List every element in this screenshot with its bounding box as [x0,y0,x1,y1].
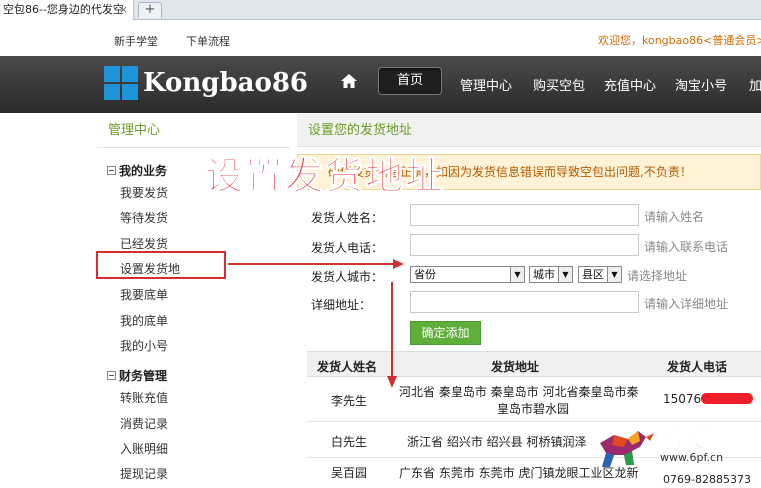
city-select[interactable]: 城市 ▼ [529,266,573,283]
sender-city-label: 发货人城市： [311,270,384,284]
annotation-highlight-box [96,251,226,279]
annotation-title: 设置发货地址 [204,154,446,199]
table-header: 发货人姓名 发货地址 发货人电话 [307,351,761,377]
sidebar-item-ship[interactable]: 我要发货 [120,184,168,201]
site-header: Kongbao86 首页 管理中心 购买空包 充值中心 淘宝小号 加 [0,56,761,113]
home-icon[interactable] [340,72,358,90]
sidebar-item-pending[interactable]: 等待发货 [120,209,168,226]
sidebar-item-my-accounts[interactable]: 我的小号 [120,337,168,354]
column-header-name: 发货人姓名 [317,360,378,374]
nav-taobao-accounts[interactable]: 淘宝小号 [675,75,727,94]
province-select[interactable]: 省份 ▼ [410,266,525,283]
submit-button[interactable]: 确定添加 [410,321,481,345]
sender-phone-hint: 请输入联系电话 [644,240,729,254]
city-hint: 请选择地址 [627,269,688,283]
page-title: 设置您的发货地址 [297,114,761,147]
browser-tab[interactable]: 空包86--您身边的代发空 × [0,0,134,20]
sender-name-input[interactable] [410,204,639,226]
sidebar-item-income-details[interactable]: 入账明细 [120,440,168,457]
nav-more[interactable]: 加 [749,75,761,94]
address-input[interactable] [410,291,639,313]
chevron-down-icon: ▼ [558,267,572,282]
cell-phone: 15076 [663,392,754,406]
watermark: 乐发网 www.6pf.cn [594,419,761,479]
table-row[interactable]: 李先生 河北省 秦皇岛市 秦皇岛市 河北省秦皇岛市秦 皇岛市碧水园 15076 [307,378,761,422]
sidebar-item-request-receipt[interactable]: 我要底单 [120,286,168,303]
cell-name: 李先生 [331,394,368,408]
sender-phone-label: 发货人电话： [311,241,384,255]
browser-tabstrip: 空包86--您身边的代发空 × + [0,0,761,20]
sidebar-item-shipped[interactable]: 已经发货 [120,235,168,252]
chevron-down-icon: ▼ [607,267,621,282]
watermark-text: 乐发网 [658,425,731,454]
link-order-process[interactable]: 下单流程 [186,33,230,49]
sidebar-item-transfer-recharge[interactable]: 转账充值 [120,389,168,406]
logo-text[interactable]: Kongbao86 [143,68,308,98]
collapse-icon[interactable] [107,371,116,380]
cell-name: 吴百园 [331,466,368,480]
sidebar-item-withdraw-records[interactable]: 提现记录 [120,465,168,482]
sidebar-item-my-receipts[interactable]: 我的底单 [120,312,168,329]
cell-address: 浙江省 绍兴市 绍兴县 柯桥镇润泽 [407,435,587,449]
district-select[interactable]: 县区 ▼ [578,266,622,283]
nav-recharge-center[interactable]: 充值中心 [604,75,656,94]
collapse-icon[interactable] [107,166,116,175]
nav-buy-packages[interactable]: 购买空包 [533,75,585,94]
column-header-address: 发货地址 [491,360,540,374]
chevron-down-icon: ▼ [510,267,524,282]
sidebar-title: 管理中心 [97,114,290,148]
cell-address: 河北省 秦皇岛市 秦皇岛市 河北省秦皇岛市秦 [399,385,639,399]
top-bar: 新手学堂 下单流程 欢迎您，kongbao86<普通会员> [0,20,761,56]
close-icon[interactable]: × [119,0,128,19]
new-tab-button[interactable]: + [138,2,162,18]
cell-name: 白先生 [331,435,368,449]
sidebar-group-finance[interactable]: 财务管理 [107,367,167,384]
sender-name-label: 发货人姓名： [311,211,384,225]
nav-management-center[interactable]: 管理中心 [460,75,512,94]
address-hint: 请输入详细地址 [644,297,729,311]
welcome-text[interactable]: 欢迎您，kongbao86<普通会员> [598,32,761,48]
column-header-phone: 发货人电话 [667,360,728,374]
sidebar-item-spending-records[interactable]: 消费记录 [120,415,168,432]
logo-icon[interactable] [104,66,138,100]
redaction-mark [701,393,754,404]
watermark-url: www.6pf.cn [660,451,724,464]
link-beginner-school[interactable]: 新手学堂 [114,33,158,49]
cell-address-line2: 皇岛市碧水园 [497,402,570,416]
browser-tab-title: 空包86--您身边的代发空 [3,3,124,16]
address-label: 详细地址： [311,298,372,312]
sender-name-hint: 请输入姓名 [644,210,705,224]
nav-home[interactable]: 首页 [378,67,442,95]
bull-logo-icon [600,431,654,467]
sender-phone-input[interactable] [410,234,639,256]
sidebar-group-my-business[interactable]: 我的业务 [107,162,167,179]
